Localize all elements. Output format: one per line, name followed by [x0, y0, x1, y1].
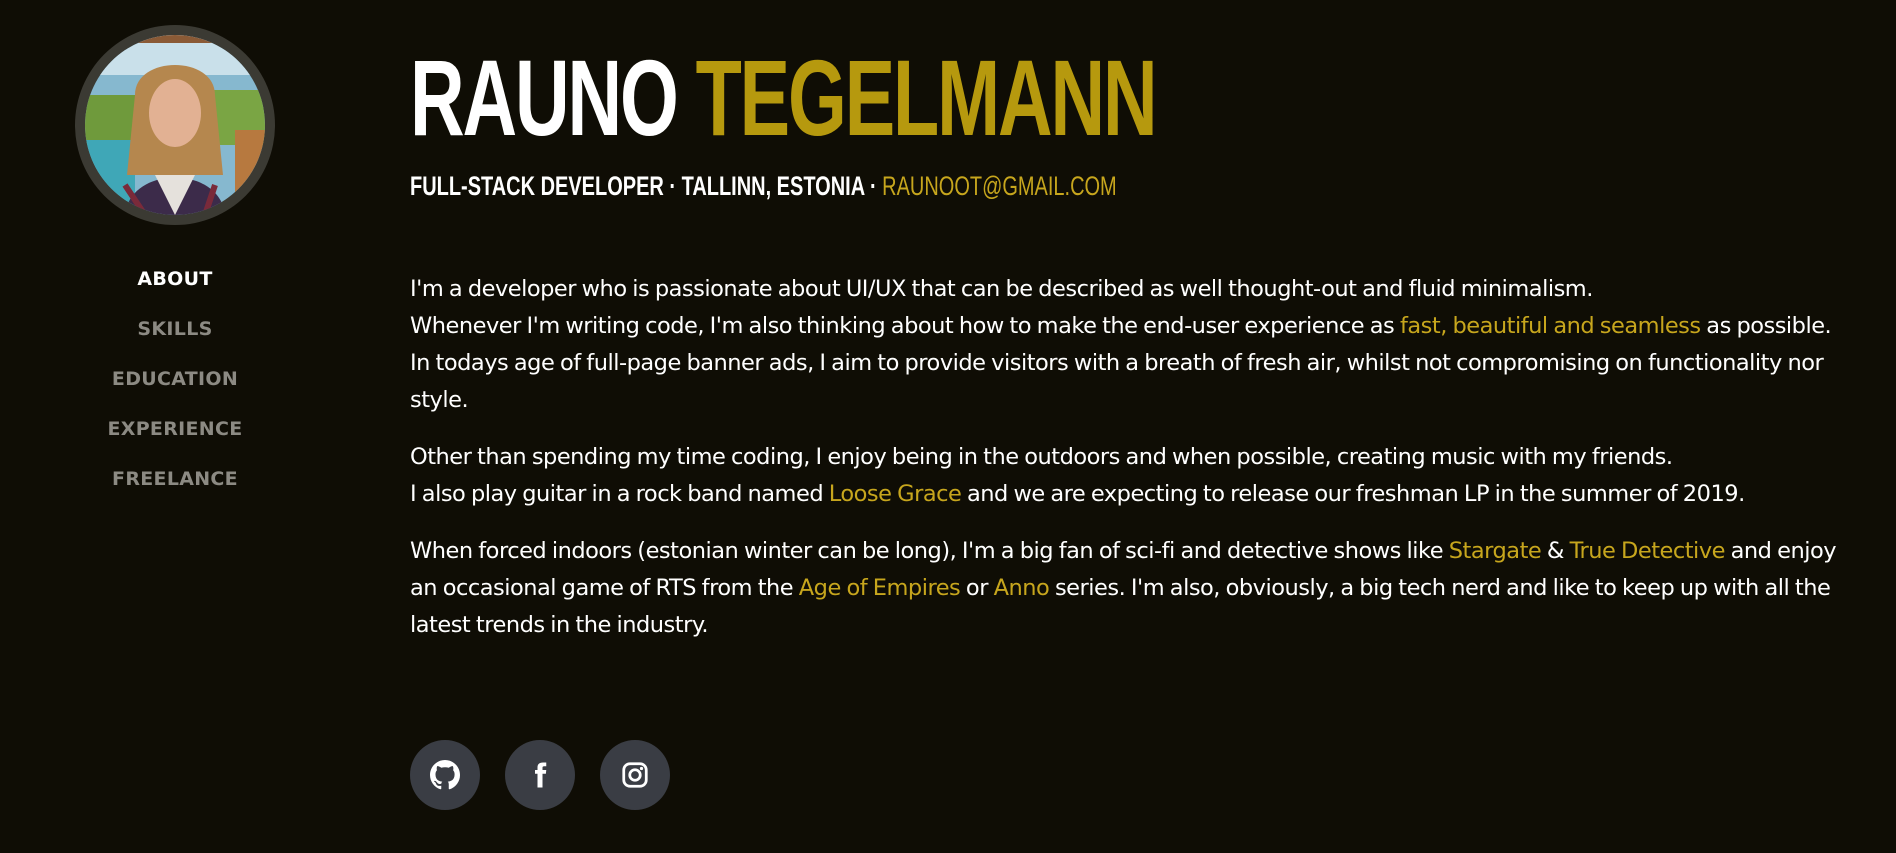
avatar — [85, 35, 265, 215]
about-text: When forced indoors (estonian winter can… — [410, 538, 1449, 564]
sidebar-nav: ABOUT SKILLS EDUCATION EXPERIENCE FREELA… — [0, 262, 350, 512]
about-section: I'm a developer who is passionate about … — [410, 271, 1850, 664]
instagram-button[interactable] — [600, 740, 670, 810]
nav-item-freelance[interactable]: FREELANCE — [0, 462, 350, 512]
social-links — [410, 740, 670, 810]
instagram-icon — [622, 762, 648, 788]
github-button[interactable] — [410, 740, 480, 810]
about-text: or — [960, 575, 994, 601]
link-loose-grace[interactable]: Loose Grace — [829, 481, 962, 507]
about-text: I'm a developer who is passionate about … — [410, 276, 1593, 302]
role-text: FULL-STACK DEVELOPER — [410, 171, 664, 201]
subheading: FULL-STACK DEVELOPER · TALLINN, ESTONIA … — [410, 173, 1117, 200]
nav-item-education[interactable]: EDUCATION — [0, 362, 350, 412]
about-text: I also play guitar in a rock band named — [410, 481, 829, 507]
nav-item-experience[interactable]: EXPERIENCE — [0, 412, 350, 462]
page-title: RAUNO TEGELMANN — [410, 44, 1158, 152]
link-true-detective[interactable]: True Detective — [1570, 538, 1726, 564]
facebook-button[interactable] — [505, 740, 575, 810]
first-name: RAUNO — [410, 37, 679, 158]
about-text: and we are expecting to release our fres… — [961, 481, 1745, 507]
link-fast-beautiful-seamless[interactable]: fast, beautiful and seamless — [1400, 313, 1701, 339]
avatar-frame — [75, 25, 275, 225]
link-age-of-empires[interactable]: Age of Empires — [799, 575, 961, 601]
about-paragraph: Other than spending my time coding, I en… — [410, 439, 1850, 513]
separator: · — [869, 171, 877, 201]
about-text: Other than spending my time coding, I en… — [410, 444, 1673, 470]
link-stargate[interactable]: Stargate — [1449, 538, 1542, 564]
nav-item-about[interactable]: ABOUT — [0, 262, 350, 312]
about-paragraph: I'm a developer who is passionate about … — [410, 271, 1850, 419]
last-name: TEGELMANN — [695, 37, 1158, 158]
email-link[interactable]: RAUNOOT@GMAIL.COM — [882, 171, 1117, 201]
sidebar: ABOUT SKILLS EDUCATION EXPERIENCE FREELA… — [0, 0, 350, 853]
link-anno[interactable]: Anno — [994, 575, 1050, 601]
nav-item-skills[interactable]: SKILLS — [0, 312, 350, 362]
github-icon — [430, 760, 460, 790]
page: ABOUT SKILLS EDUCATION EXPERIENCE FREELA… — [0, 0, 1896, 853]
location-text: TALLINN, ESTONIA — [681, 171, 865, 201]
about-text: & — [1541, 538, 1570, 564]
about-paragraph: When forced indoors (estonian winter can… — [410, 533, 1850, 644]
about-text: Whenever I'm writing code, I'm also thin… — [410, 313, 1400, 339]
facebook-icon — [535, 762, 547, 788]
separator: · — [669, 171, 677, 201]
